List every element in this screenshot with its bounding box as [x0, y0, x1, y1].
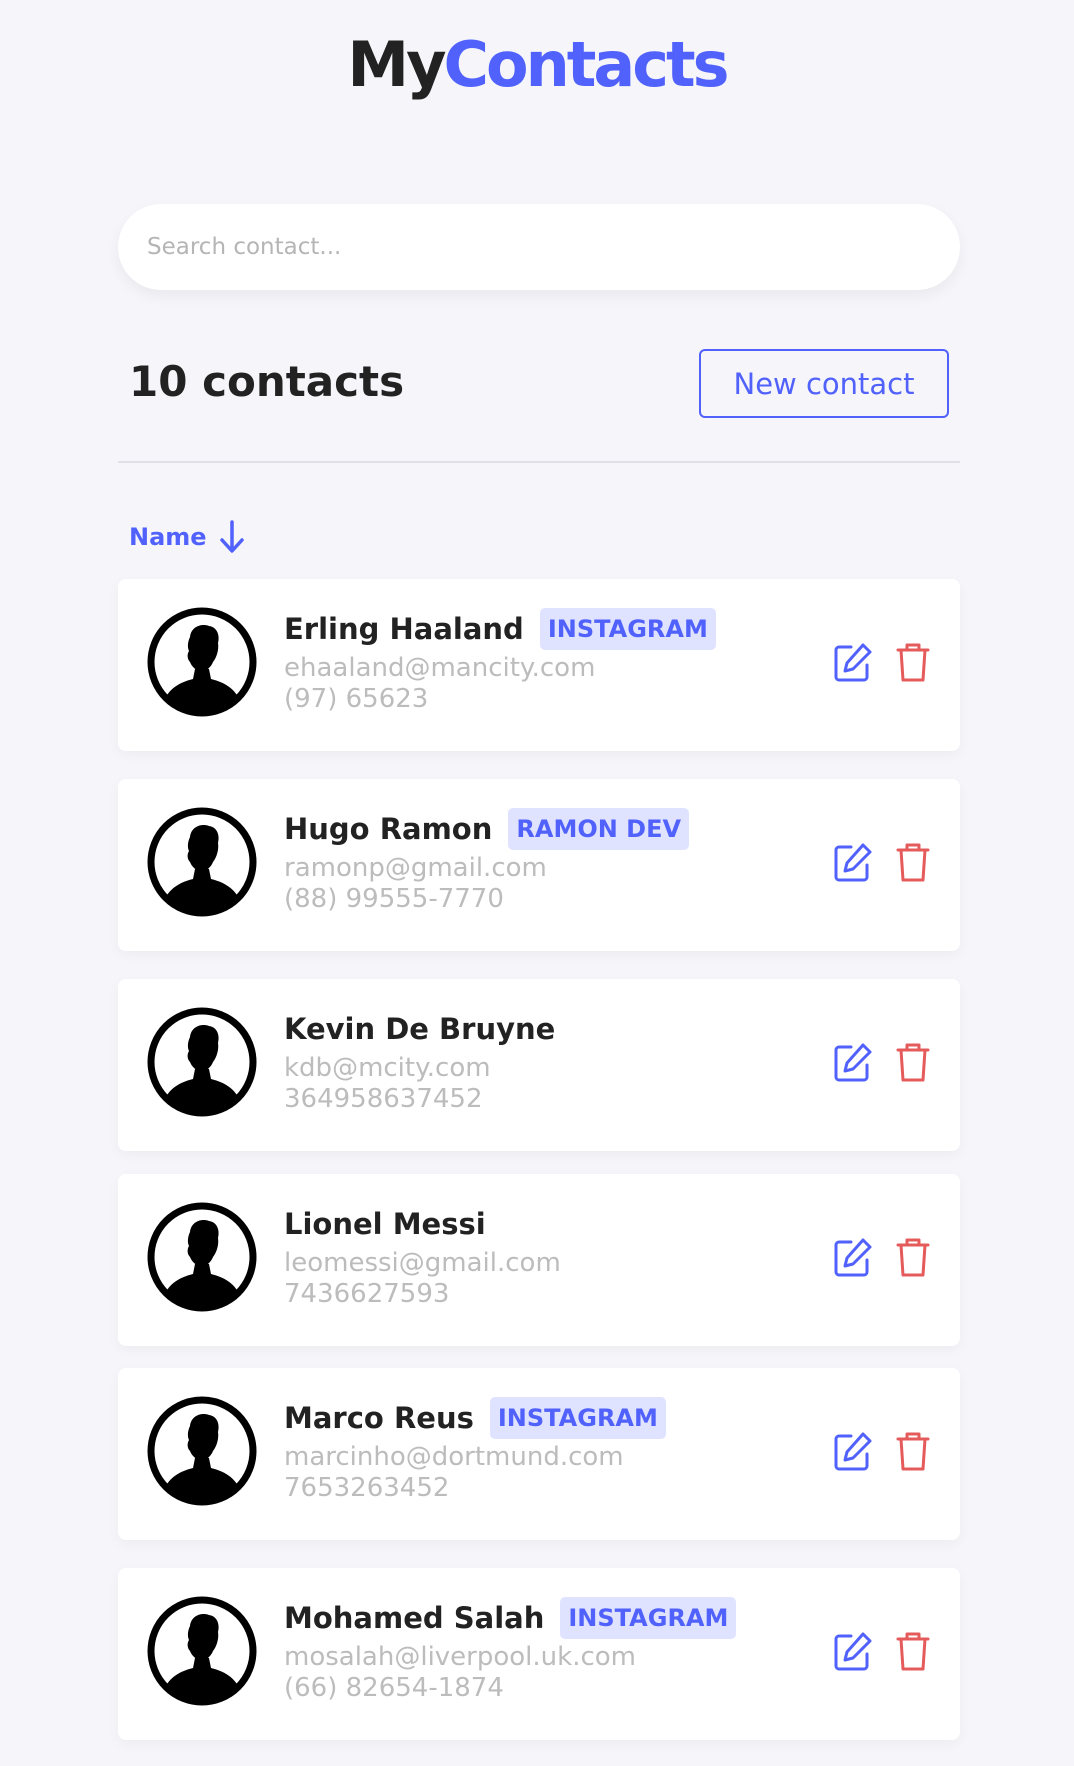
- contact-name: Lionel Messi: [284, 1207, 486, 1241]
- contact-actions: [832, 1039, 934, 1085]
- contact-phone: 7653263452: [284, 1473, 450, 1503]
- logo-contacts-text: Contacts: [443, 28, 730, 101]
- contacts-count: 10 contacts: [129, 357, 405, 406]
- trash-icon[interactable]: [892, 839, 934, 885]
- edit-icon[interactable]: [832, 1039, 874, 1085]
- header-divider: [118, 461, 960, 463]
- category-badge: INSTAGRAM: [560, 1597, 737, 1639]
- contact-name: Hugo Ramon: [284, 812, 493, 846]
- new-contact-button[interactable]: New contact: [699, 349, 949, 418]
- category-badge: INSTAGRAM: [539, 608, 716, 650]
- contact-actions: [832, 839, 934, 885]
- avatar-icon: [147, 1596, 257, 1706]
- contact-card: Mohamed Salah INSTAGRAM mosalah@liverpool.…: [118, 1568, 960, 1740]
- trash-icon[interactable]: [892, 1428, 934, 1474]
- contact-phone: (66) 82654-1874: [284, 1673, 504, 1703]
- avatar-icon: [147, 1396, 257, 1506]
- contact-phone: (97) 65623: [284, 684, 429, 714]
- trash-icon[interactable]: [892, 1628, 934, 1674]
- avatar-icon: [147, 1007, 257, 1117]
- avatar-icon: [147, 607, 257, 717]
- contact-name: Erling Haaland: [284, 612, 524, 646]
- app-logo: MyContacts: [0, 30, 1074, 100]
- trash-icon[interactable]: [892, 639, 934, 685]
- search-input[interactable]: [118, 204, 960, 290]
- contact-actions: [832, 639, 934, 685]
- avatar-icon: [147, 1202, 257, 1312]
- contact-email: marcinho@dortmund.com: [284, 1442, 624, 1472]
- contact-card: Marco Reus INSTAGRAM marcinho@dortmund.com…: [118, 1368, 960, 1540]
- sort-by-name-button[interactable]: Name: [129, 520, 245, 554]
- contact-card: Hugo Ramon RAMON DEV ramonp@gmail.com (88) …: [118, 779, 960, 951]
- contact-card: Lionel Messi leomessi@gmail.com 7436627593: [118, 1174, 960, 1346]
- arrow-down-icon: [219, 520, 245, 554]
- contact-email: kdb@mcity.com: [284, 1053, 491, 1083]
- contact-phone: (88) 99555-7770: [284, 884, 504, 914]
- contact-name: Kevin De Bruyne: [284, 1012, 556, 1046]
- contact-name: Marco Reus: [284, 1401, 474, 1435]
- edit-icon[interactable]: [832, 1234, 874, 1280]
- trash-icon[interactable]: [892, 1039, 934, 1085]
- edit-icon[interactable]: [832, 1428, 874, 1474]
- contact-actions: [832, 1628, 934, 1674]
- edit-icon[interactable]: [832, 639, 874, 685]
- avatar-icon: [147, 807, 257, 917]
- contact-card: Erling Haaland INSTAGRAM ehaaland@mancity.…: [118, 579, 960, 751]
- contact-email: leomessi@gmail.com: [284, 1248, 561, 1278]
- logo-my-text: My: [347, 28, 446, 101]
- contact-name: Mohamed Salah: [284, 1601, 545, 1635]
- category-badge: INSTAGRAM: [489, 1397, 666, 1439]
- trash-icon[interactable]: [892, 1234, 934, 1280]
- contact-actions: [832, 1234, 934, 1280]
- sort-label: Name: [129, 523, 207, 551]
- category-badge: RAMON DEV: [508, 808, 690, 850]
- edit-icon[interactable]: [832, 1628, 874, 1674]
- contact-phone: 364958637452: [284, 1084, 483, 1114]
- search-bar: [118, 204, 960, 290]
- contact-email: mosalah@liverpool.uk.com: [284, 1642, 637, 1672]
- contact-phone: 7436627593: [284, 1279, 450, 1309]
- contact-email: ramonp@gmail.com: [284, 853, 547, 883]
- edit-icon[interactable]: [832, 839, 874, 885]
- contact-actions: [832, 1428, 934, 1474]
- contact-email: ehaaland@mancity.com: [284, 653, 596, 683]
- contact-card: Kevin De Bruyne kdb@mcity.com 364958637452: [118, 979, 960, 1151]
